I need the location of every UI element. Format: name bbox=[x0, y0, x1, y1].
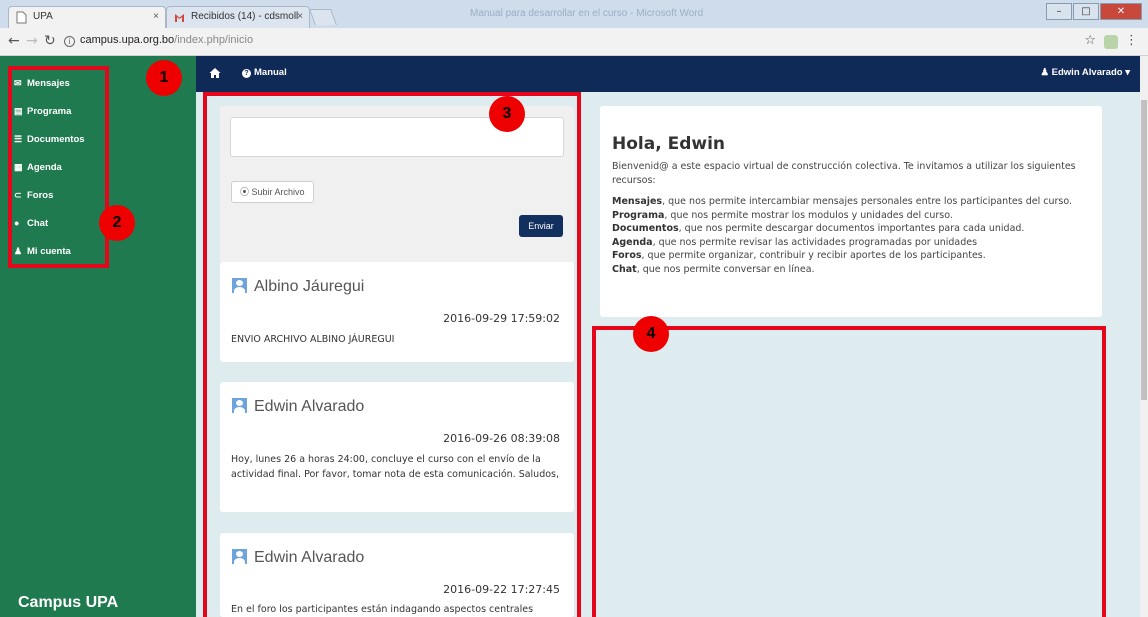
annotation-box-4 bbox=[592, 326, 1106, 617]
resource-name: Programa bbox=[612, 209, 665, 221]
resource-name: Chat bbox=[612, 263, 637, 275]
welcome-intro: Bienvenid@ a este espacio virtual de con… bbox=[612, 161, 1076, 186]
resource-list: Mensajes, que nos permite intercambiar m… bbox=[612, 195, 1090, 276]
tab-label: Recibidos (14) - cdsmoll bbox=[191, 11, 299, 22]
resource-name: Agenda bbox=[612, 236, 653, 248]
resource-text: , que nos permite revisar las actividade… bbox=[652, 236, 978, 248]
maximize-button[interactable]: □ bbox=[1073, 3, 1099, 20]
annotation-badge-4: 4 bbox=[633, 316, 669, 352]
annotation-badge-2: 2 bbox=[99, 205, 135, 241]
forward-icon[interactable]: → bbox=[26, 33, 38, 49]
address-bar: ← → ↻ i campus.upa.org.bo/index.php/inic… bbox=[0, 28, 1148, 56]
resource-name: Mensajes bbox=[612, 196, 663, 207]
resource-text: , que nos permite conversar en línea. bbox=[636, 263, 815, 275]
minimize-button[interactable]: – bbox=[1046, 3, 1072, 20]
info-icon[interactable]: i bbox=[64, 36, 75, 47]
gmail-icon bbox=[175, 14, 184, 22]
tab-label: UPA bbox=[33, 11, 53, 22]
reload-icon[interactable]: ↻ bbox=[44, 33, 56, 49]
user-name: Edwin Alvarado bbox=[1051, 67, 1123, 78]
caret-down-icon: ▾ bbox=[1122, 67, 1130, 78]
welcome-panel: Hola, Edwin Bienvenid@ a este espacio vi… bbox=[600, 106, 1102, 317]
url-host: campus.upa.org.bo bbox=[80, 34, 175, 46]
question-icon: ? bbox=[242, 69, 251, 78]
browser-tab-upa[interactable]: UPA × bbox=[8, 6, 166, 28]
extension-icon[interactable] bbox=[1104, 35, 1118, 49]
page-icon bbox=[16, 11, 27, 24]
browser-tab-bar: UPA × Recibidos (14) - cdsmoll × Manual … bbox=[0, 0, 1148, 28]
resource-name: Foros bbox=[612, 250, 642, 261]
top-navbar: ? Manual ♟ Edwin Alvarado ▾ bbox=[196, 56, 1140, 92]
resource-name: Documentos bbox=[612, 223, 679, 234]
home-icon[interactable] bbox=[209, 67, 221, 79]
browser-tab-gmail[interactable]: Recibidos (14) - cdsmoll × bbox=[166, 6, 310, 28]
page-scrollbar[interactable] bbox=[1140, 56, 1148, 617]
manual-link[interactable]: ? Manual bbox=[242, 67, 287, 78]
resource-text: , que nos permite descargar documentos i… bbox=[678, 223, 1025, 234]
manual-label: Manual bbox=[254, 67, 287, 78]
window-title: Manual para desarrollar en el curso - Mi… bbox=[470, 8, 704, 19]
user-icon: ♟ bbox=[1040, 67, 1052, 78]
annotation-badge-3: 3 bbox=[489, 96, 525, 132]
resource-text: , que nos permite mostrar los modulos y … bbox=[664, 209, 953, 221]
menu-icon[interactable]: ⋮ bbox=[1125, 33, 1138, 48]
resource-text: , que nos permite intercambiar mensajes … bbox=[662, 196, 1073, 207]
resource-text: , que permite organizar, contribuir y re… bbox=[641, 250, 986, 261]
window-controls: – □ ✕ bbox=[1045, 3, 1142, 20]
new-tab-button[interactable] bbox=[309, 9, 337, 25]
user-menu[interactable]: ♟ Edwin Alvarado ▾ bbox=[1041, 67, 1131, 78]
close-icon[interactable]: × bbox=[153, 11, 159, 22]
url-field[interactable]: campus.upa.org.bo/index.php/inicio bbox=[80, 34, 253, 46]
bookmark-star-icon[interactable]: ☆ bbox=[1084, 33, 1096, 48]
brand-title: Campus UPA bbox=[18, 594, 119, 611]
annotation-box-3 bbox=[203, 92, 581, 617]
close-icon[interactable]: × bbox=[297, 11, 303, 22]
scrollbar-thumb[interactable] bbox=[1141, 100, 1147, 400]
annotation-badge-1: 1 bbox=[146, 60, 182, 96]
back-icon[interactable]: ← bbox=[8, 33, 20, 49]
annotation-box-2 bbox=[8, 66, 109, 268]
url-path: /index.php/inicio bbox=[174, 34, 254, 46]
close-window-button[interactable]: ✕ bbox=[1100, 3, 1142, 20]
welcome-title: Hola, Edwin bbox=[612, 134, 725, 154]
